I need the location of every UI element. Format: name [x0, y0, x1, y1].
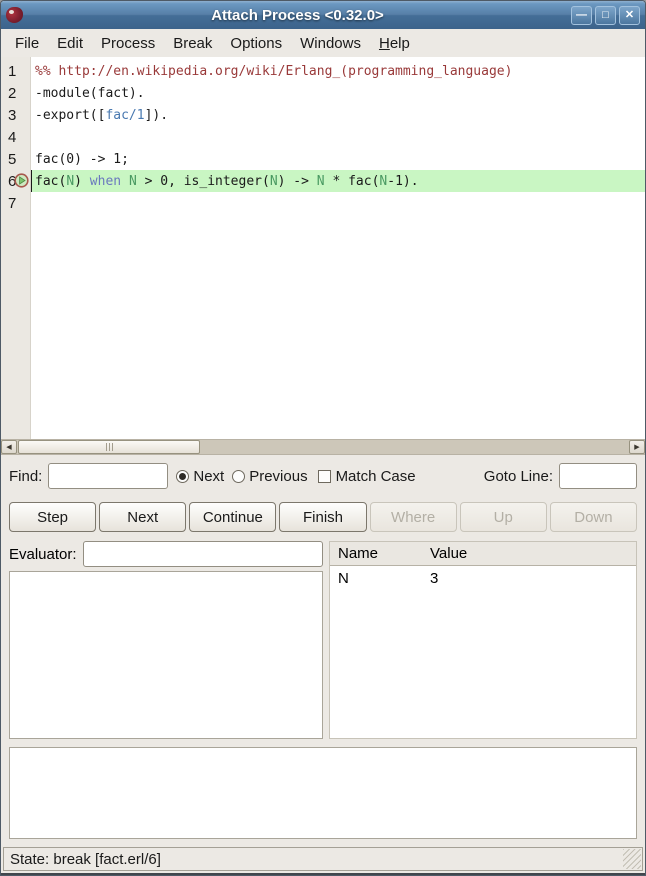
scroll-right-icon[interactable]: ▶	[629, 440, 645, 454]
bindings-panel: Name Value N 3	[329, 541, 637, 739]
status-bar: State: break [fact.erl/6]	[3, 847, 643, 871]
thumb-grip-icon	[106, 443, 113, 451]
next-button[interactable]: Next	[99, 502, 186, 532]
find-input[interactable]	[48, 463, 168, 489]
resize-grip-icon[interactable]	[623, 849, 641, 869]
window-title: Attach Process <0.32.0>	[27, 7, 568, 24]
code-line[interactable]: 4	[1, 126, 645, 148]
window-icon	[6, 7, 23, 23]
line-number[interactable]: 7	[1, 195, 31, 212]
goto-line-label: Goto Line:	[484, 468, 553, 485]
code-text: -export([fac/1]).	[31, 104, 645, 126]
menu-options[interactable]: Options	[221, 31, 291, 56]
scrollbar-thumb[interactable]	[18, 440, 200, 454]
menu-help[interactable]: Help	[370, 31, 419, 56]
code-text	[31, 126, 645, 148]
menu-process[interactable]: Process	[92, 31, 164, 56]
code-text: fac(N) when N > 0, is_integer(N) -> N * …	[31, 170, 645, 192]
evaluator-label: Evaluator:	[9, 546, 77, 563]
code-line[interactable]: 2 -module(fact).	[1, 82, 645, 104]
trace-output-panel[interactable]	[9, 747, 637, 839]
find-bar: Find: Next Previous Match Case Goto Line…	[1, 455, 645, 497]
code-text	[31, 192, 645, 214]
previous-radio[interactable]	[232, 470, 245, 483]
close-button[interactable]: ✕	[619, 6, 640, 25]
line-number[interactable]: 1	[1, 63, 31, 80]
code-text: %% http://en.wikipedia.org/wiki/Erlang_(…	[31, 60, 645, 82]
minimize-button[interactable]: —	[571, 6, 592, 25]
code-editor[interactable]: 1 %% http://en.wikipedia.org/wiki/Erlang…	[1, 57, 645, 439]
status-text: State: break [fact.erl/6]	[10, 851, 161, 868]
menu-file[interactable]: File	[6, 31, 48, 56]
attach-process-window: Attach Process <0.32.0> — □ ✕ File Edit …	[0, 0, 646, 876]
maximize-button[interactable]: □	[595, 6, 616, 25]
match-case-checkbox[interactable]	[318, 470, 331, 483]
find-label: Find:	[9, 468, 42, 485]
scrollbar-track[interactable]	[17, 440, 629, 454]
menubar: File Edit Process Break Options Windows …	[1, 29, 645, 57]
where-button: Where	[370, 502, 457, 532]
evaluator-output-panel[interactable]	[9, 571, 323, 739]
bindings-table-header: Name Value	[330, 542, 636, 566]
code-line-current-break[interactable]: 6 fac(N) when N > 0, is_integer(N) -> N …	[1, 170, 645, 192]
horizontal-scrollbar[interactable]: ◀ ▶	[1, 439, 645, 455]
code-line[interactable]: 1 %% http://en.wikipedia.org/wiki/Erlang…	[1, 60, 645, 82]
line-number[interactable]: 5	[1, 151, 31, 168]
evaluator-input[interactable]	[83, 541, 323, 567]
breakpoint-icon[interactable]	[14, 173, 29, 188]
name-column-header: Name	[330, 545, 430, 562]
menu-break[interactable]: Break	[164, 31, 221, 56]
next-radio-label[interactable]: Next	[193, 468, 224, 485]
debug-button-row: Step Next Continue Finish Where Up Down	[1, 497, 645, 537]
step-button[interactable]: Step	[9, 502, 96, 532]
binding-row[interactable]: N 3	[330, 566, 636, 590]
previous-radio-label[interactable]: Previous	[249, 468, 307, 485]
line-number[interactable]: 4	[1, 129, 31, 146]
next-radio[interactable]	[176, 470, 189, 483]
line-number[interactable]: 2	[1, 85, 31, 102]
continue-button[interactable]: Continue	[189, 502, 276, 532]
down-button: Down	[550, 502, 637, 532]
code-line[interactable]: 3 -export([fac/1]).	[1, 104, 645, 126]
titlebar[interactable]: Attach Process <0.32.0> — □ ✕	[1, 1, 645, 29]
evaluator-and-bindings: Evaluator: Name Value N 3	[1, 537, 645, 739]
binding-name: N	[330, 570, 430, 587]
menu-windows[interactable]: Windows	[291, 31, 370, 56]
match-case-label[interactable]: Match Case	[336, 468, 416, 485]
code-text: fac(0) -> 1;	[31, 148, 645, 170]
value-column-header: Value	[430, 545, 636, 562]
finish-button[interactable]: Finish	[279, 502, 366, 532]
code-text: -module(fact).	[31, 82, 645, 104]
code-line[interactable]: 7	[1, 192, 645, 214]
up-button: Up	[460, 502, 547, 532]
binding-value: 3	[430, 570, 636, 587]
line-number[interactable]: 3	[1, 107, 31, 124]
scroll-left-icon[interactable]: ◀	[1, 440, 17, 454]
code-line[interactable]: 5 fac(0) -> 1;	[1, 148, 645, 170]
goto-line-input[interactable]	[559, 463, 637, 489]
menu-edit[interactable]: Edit	[48, 31, 92, 56]
